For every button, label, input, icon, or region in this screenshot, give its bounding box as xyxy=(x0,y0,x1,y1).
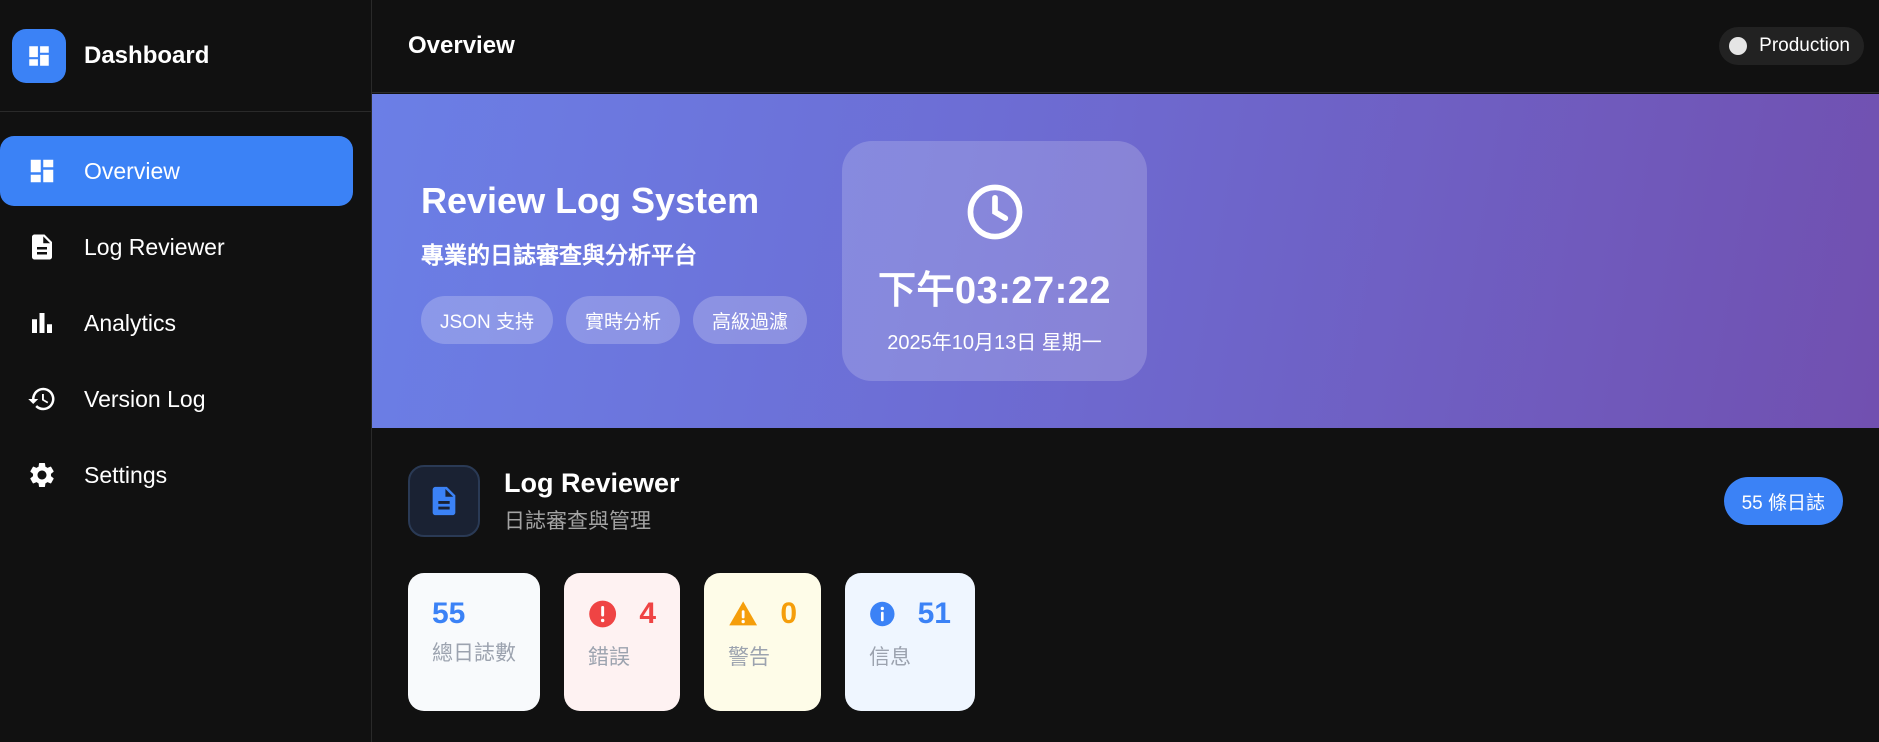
section-title: Log Reviewer xyxy=(504,467,680,498)
feature-chip: 高級過濾 xyxy=(692,296,807,344)
hero-title: Review Log System xyxy=(421,180,760,221)
clock-icon xyxy=(967,184,1022,240)
stat-card-info[interactable]: 51 信息 xyxy=(845,573,975,711)
stat-label: 警告 xyxy=(728,646,770,669)
feature-chips: JSON 支持 實時分析 高級過濾 xyxy=(421,296,807,344)
stat-card-warnings[interactable]: 0 警告 xyxy=(704,573,821,711)
feature-chip: 實時分析 xyxy=(565,296,680,344)
sidebar: Dashboard Overview Log Reviewer Analytic… xyxy=(0,0,372,742)
error-icon xyxy=(589,600,617,628)
clock-date: 2025年10月13日 星期一 xyxy=(887,332,1102,354)
top-bar: Overview Production xyxy=(372,0,1879,93)
sidebar-item-version-log[interactable]: Version Log xyxy=(0,364,353,434)
stat-label: 總日誌數 xyxy=(432,642,516,665)
bar-chart-icon xyxy=(26,307,58,339)
status-dot-icon xyxy=(1729,37,1748,55)
stat-value: 55 xyxy=(432,597,466,630)
hero-banner: Review Log System 專業的日誌審查與分析平台 JSON 支持 實… xyxy=(372,94,1879,428)
sidebar-item-label: Version Log xyxy=(84,385,206,412)
brand-title: Dashboard xyxy=(84,41,210,69)
dashboard-icon xyxy=(26,155,58,187)
history-icon xyxy=(26,383,58,415)
sidebar-item-analytics[interactable]: Analytics xyxy=(0,288,353,358)
section-subtitle: 日誌審查與管理 xyxy=(504,509,651,533)
sidebar-item-log-reviewer[interactable]: Log Reviewer xyxy=(0,212,353,282)
stats-row: 55 總日誌數 4 錯誤 0 警告 51 信息 xyxy=(408,573,975,711)
sidebar-item-label: Log Reviewer xyxy=(84,233,225,260)
gear-icon xyxy=(26,459,58,491)
brand: Dashboard xyxy=(0,0,371,112)
stat-label: 錯誤 xyxy=(588,646,630,669)
feature-chip: JSON 支持 xyxy=(421,296,553,344)
clock-time: 下午03:27:22 xyxy=(877,270,1112,312)
sidebar-item-label: Analytics xyxy=(84,309,177,336)
environment-badge[interactable]: Production xyxy=(1719,27,1864,65)
sidebar-item-overview[interactable]: Overview xyxy=(0,136,353,206)
sidebar-item-label: Overview xyxy=(84,157,180,184)
info-icon xyxy=(870,601,895,627)
stat-value: 4 xyxy=(639,597,656,630)
sidebar-item-settings[interactable]: Settings xyxy=(0,440,353,510)
log-reviewer-section-header: Log Reviewer 日誌審查與管理 55 條日誌 xyxy=(408,464,1843,538)
sidebar-item-label: Settings xyxy=(84,461,168,488)
document-icon xyxy=(26,231,58,263)
stat-card-errors[interactable]: 4 錯誤 xyxy=(564,573,680,711)
hero-subtitle: 專業的日誌審查與分析平台 xyxy=(421,242,697,268)
page-title: Overview xyxy=(408,32,515,59)
stat-value: 51 xyxy=(917,597,951,630)
stat-value: 0 xyxy=(780,597,797,630)
document-icon xyxy=(408,465,480,537)
stat-card-total[interactable]: 55 總日誌數 xyxy=(408,573,540,711)
dashboard-icon[interactable] xyxy=(12,28,66,83)
clock-card: 下午03:27:22 2025年10月13日 星期一 xyxy=(842,141,1147,381)
environment-label: Production xyxy=(1759,35,1850,56)
stat-label: 信息 xyxy=(869,646,911,669)
sidebar-nav: Overview Log Reviewer Analytics Version … xyxy=(0,112,371,510)
log-count-badge: 55 條日誌 xyxy=(1723,477,1843,525)
warning-icon xyxy=(729,601,758,626)
